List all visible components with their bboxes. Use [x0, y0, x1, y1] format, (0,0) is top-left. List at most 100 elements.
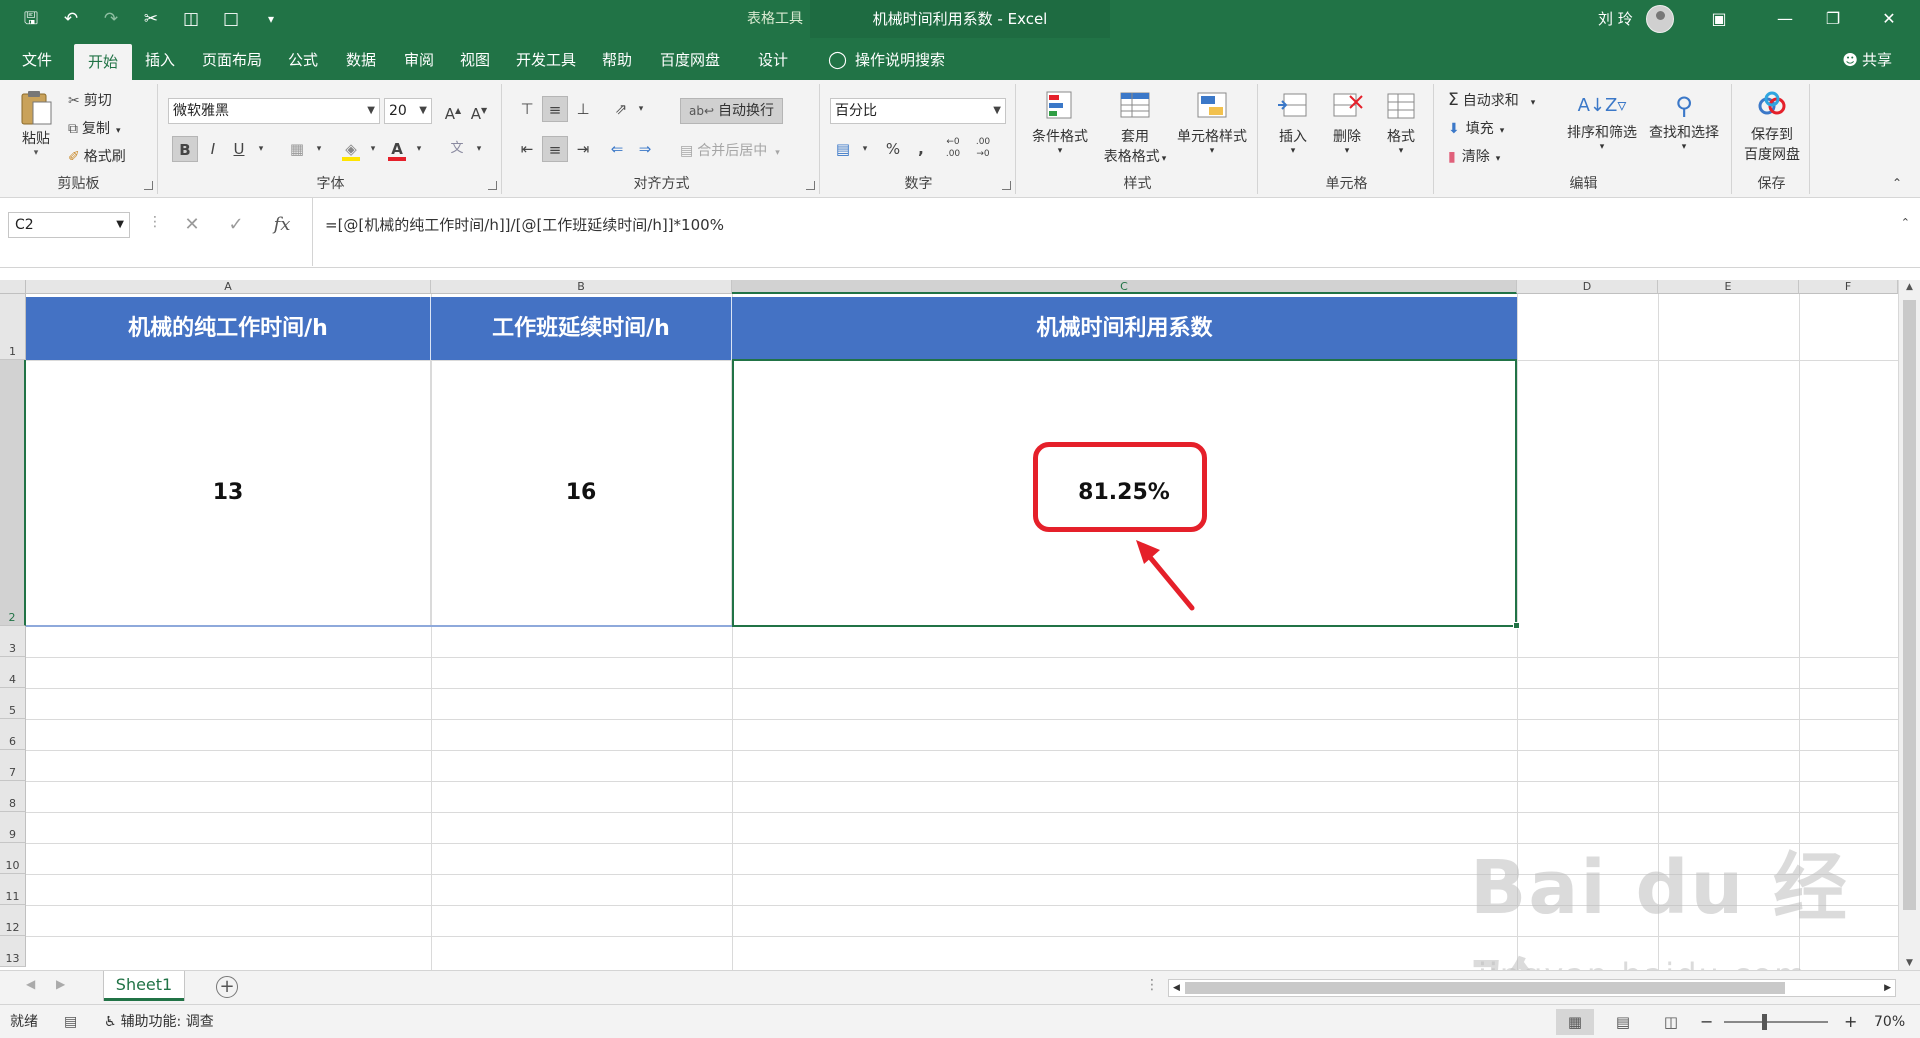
collapse-ribbon-icon[interactable]: ⌃ — [1892, 176, 1902, 190]
restore-icon[interactable]: ❐ — [1810, 0, 1856, 38]
zoom-out-icon[interactable]: − — [1700, 1005, 1713, 1038]
redo-icon[interactable]: ↷ — [98, 6, 124, 32]
name-box[interactable]: C2 ▼ — [8, 212, 130, 238]
prev-sheet-icon[interactable]: ◀ — [26, 977, 35, 991]
zoom-slider-thumb[interactable] — [1762, 1014, 1767, 1030]
number-format-combo[interactable]: 百分比 ▼ — [830, 98, 1006, 124]
font-color-dropdown-icon[interactable]: ▾ — [406, 136, 432, 162]
horizontal-scrollbar[interactable]: ◀ ▶ — [1168, 979, 1896, 997]
save-to-netdisk-button[interactable]: 保存到 百度网盘 — [1740, 90, 1804, 164]
tab-split-grip-icon[interactable]: ⋮ — [1145, 977, 1159, 993]
row-header-12[interactable]: 12 — [0, 905, 26, 936]
orientation-dropdown-icon[interactable]: ▾ — [628, 96, 654, 122]
minimize-icon[interactable]: — — [1762, 0, 1808, 38]
decrease-font-icon[interactable]: A▼ — [466, 98, 492, 124]
paste-button[interactable]: 粘贴 ▾ — [14, 90, 58, 158]
font-name-combo[interactable]: 微软雅黑 ▼ — [168, 98, 380, 124]
tab-developer[interactable]: 开发工具 — [508, 38, 584, 80]
clipboard-launcher-icon[interactable] — [144, 181, 153, 190]
font-size-combo[interactable]: 20 ▼ — [384, 98, 432, 124]
row-header-13[interactable]: 13 — [0, 936, 26, 967]
increase-decimal-icon[interactable]: ←0.00 — [940, 136, 966, 162]
customize-qat-icon[interactable]: ▾ — [258, 6, 284, 32]
column-header-c[interactable]: C — [732, 280, 1517, 294]
align-bottom-icon[interactable]: ⊥ — [570, 96, 596, 122]
align-left-icon[interactable]: ⇤ — [514, 136, 540, 162]
row-header-2[interactable]: 2 — [0, 360, 26, 626]
fill-color-dropdown-icon[interactable]: ▾ — [360, 136, 386, 162]
save-icon[interactable]: 🖫 — [18, 6, 44, 32]
cut-icon[interactable]: ✂ — [138, 6, 164, 32]
row-header-8[interactable]: 8 — [0, 781, 26, 812]
increase-indent-icon[interactable]: ⇒ — [632, 136, 658, 162]
format-cells-button[interactable]: 格式 ▾ — [1376, 90, 1426, 156]
scroll-down-icon[interactable]: ▼ — [1899, 958, 1920, 968]
decrease-decimal-icon[interactable]: .00 →0 — [970, 136, 996, 162]
row-header-5[interactable]: 5 — [0, 688, 26, 719]
share-button[interactable]: ☻ 共享 — [1842, 38, 1892, 80]
page-layout-view-icon[interactable]: ▤ — [1604, 1009, 1642, 1035]
underline-dropdown-icon[interactable]: ▾ — [248, 136, 274, 162]
clear-button[interactable]: ▮ 清除 ▾ — [1448, 146, 1500, 166]
row-header-9[interactable]: 9 — [0, 812, 26, 843]
phonetic-dropdown-icon[interactable]: ▾ — [466, 136, 492, 162]
print-preview-icon[interactable]: ◫ — [178, 6, 204, 32]
sheet-tab-sheet1[interactable]: Sheet1 — [104, 971, 184, 1001]
zoom-level[interactable]: 70% — [1874, 1005, 1905, 1038]
align-right-icon[interactable]: ⇥ — [570, 136, 596, 162]
zoom-in-icon[interactable]: + — [1844, 1005, 1857, 1038]
ribbon-display-options-icon[interactable]: ▣ — [1696, 0, 1742, 38]
horizontal-scroll-thumb[interactable] — [1185, 982, 1785, 994]
copy-button[interactable]: ⧉ 复制 ▾ — [68, 118, 121, 138]
zoom-slider-track[interactable] — [1724, 1021, 1828, 1023]
insert-cells-button[interactable]: 插入 ▾ — [1268, 90, 1318, 156]
fill-button[interactable]: ⬇ 填充 ▾ — [1448, 118, 1504, 138]
user-name[interactable]: 刘 玲 — [1598, 0, 1633, 38]
normal-view-icon[interactable]: ▦ — [1556, 1009, 1594, 1035]
format-painter-button[interactable]: ✐ 格式刷 — [68, 146, 126, 166]
undo-icon[interactable]: ↶ — [58, 6, 84, 32]
worksheet-grid[interactable]: A B C D E F 1 2 3 4 5 6 7 8 9 10 11 12 1… — [0, 268, 1920, 970]
cut-button[interactable]: ✂ 剪切 — [68, 90, 112, 110]
tab-insert[interactable]: 插入 — [136, 38, 184, 80]
column-header-b[interactable]: B — [431, 280, 732, 294]
find-select-button[interactable]: ⚲ 查找和选择 ▾ — [1642, 90, 1726, 152]
borders-dropdown-icon[interactable]: ▾ — [306, 136, 332, 162]
tab-help[interactable]: 帮助 — [594, 38, 640, 80]
comma-style-icon[interactable]: , — [908, 136, 934, 162]
number-launcher-icon[interactable] — [1002, 181, 1011, 190]
page-break-view-icon[interactable]: ◫ — [1652, 1009, 1690, 1035]
column-header-f[interactable]: F — [1799, 280, 1898, 294]
macro-record-icon[interactable]: ▤ — [64, 1005, 77, 1038]
row-header-10[interactable]: 10 — [0, 843, 26, 874]
font-launcher-icon[interactable] — [488, 181, 497, 190]
column-header-a[interactable]: A — [26, 280, 431, 294]
cell-styles-button[interactable]: 单元格样式 ▾ — [1170, 90, 1254, 156]
tab-formulas[interactable]: 公式 — [280, 38, 326, 80]
tab-baidu-netdisk[interactable]: 百度网盘 — [652, 38, 728, 80]
bold-button[interactable]: B — [172, 136, 198, 162]
vertical-scroll-thumb[interactable] — [1903, 300, 1916, 910]
tab-page-layout[interactable]: 页面布局 — [196, 38, 268, 80]
align-middle-icon[interactable]: ≡ — [542, 96, 568, 122]
table-header-cell-c1[interactable]: 机械时间利用系数 — [732, 297, 1517, 360]
tab-review[interactable]: 审阅 — [396, 38, 442, 80]
percent-style-icon[interactable]: % — [880, 136, 906, 162]
insert-function-icon[interactable]: fx — [266, 212, 298, 238]
row-header-6[interactable]: 6 — [0, 719, 26, 750]
tab-view[interactable]: 视图 — [452, 38, 498, 80]
merge-center-button[interactable]: ▤ 合并后居中 ▾ — [680, 140, 780, 160]
sort-filter-button[interactable]: A↓Z▿ 排序和筛选 ▾ — [1562, 90, 1642, 152]
tab-data[interactable]: 数据 — [338, 38, 384, 80]
alignment-launcher-icon[interactable] — [806, 181, 815, 190]
align-top-icon[interactable]: ⊤ — [514, 96, 540, 122]
scroll-up-icon[interactable]: ▲ — [1899, 282, 1920, 292]
enter-icon[interactable]: ✓ — [220, 212, 252, 238]
delete-cells-button[interactable]: 删除 ▾ — [1322, 90, 1372, 156]
expand-formula-bar-icon[interactable]: ⌃ — [1901, 216, 1910, 229]
select-all-corner[interactable] — [0, 280, 26, 294]
table-header-cell-b1[interactable]: 工作班延续时间/h — [431, 297, 732, 360]
accessibility-status[interactable]: ♿ 辅助功能: 调查 — [104, 1005, 214, 1038]
table-header-cell-a1[interactable]: 机械的纯工作时间/h — [26, 297, 431, 360]
format-as-table-button[interactable]: 套用 表格格式 ▾ — [1100, 90, 1170, 166]
